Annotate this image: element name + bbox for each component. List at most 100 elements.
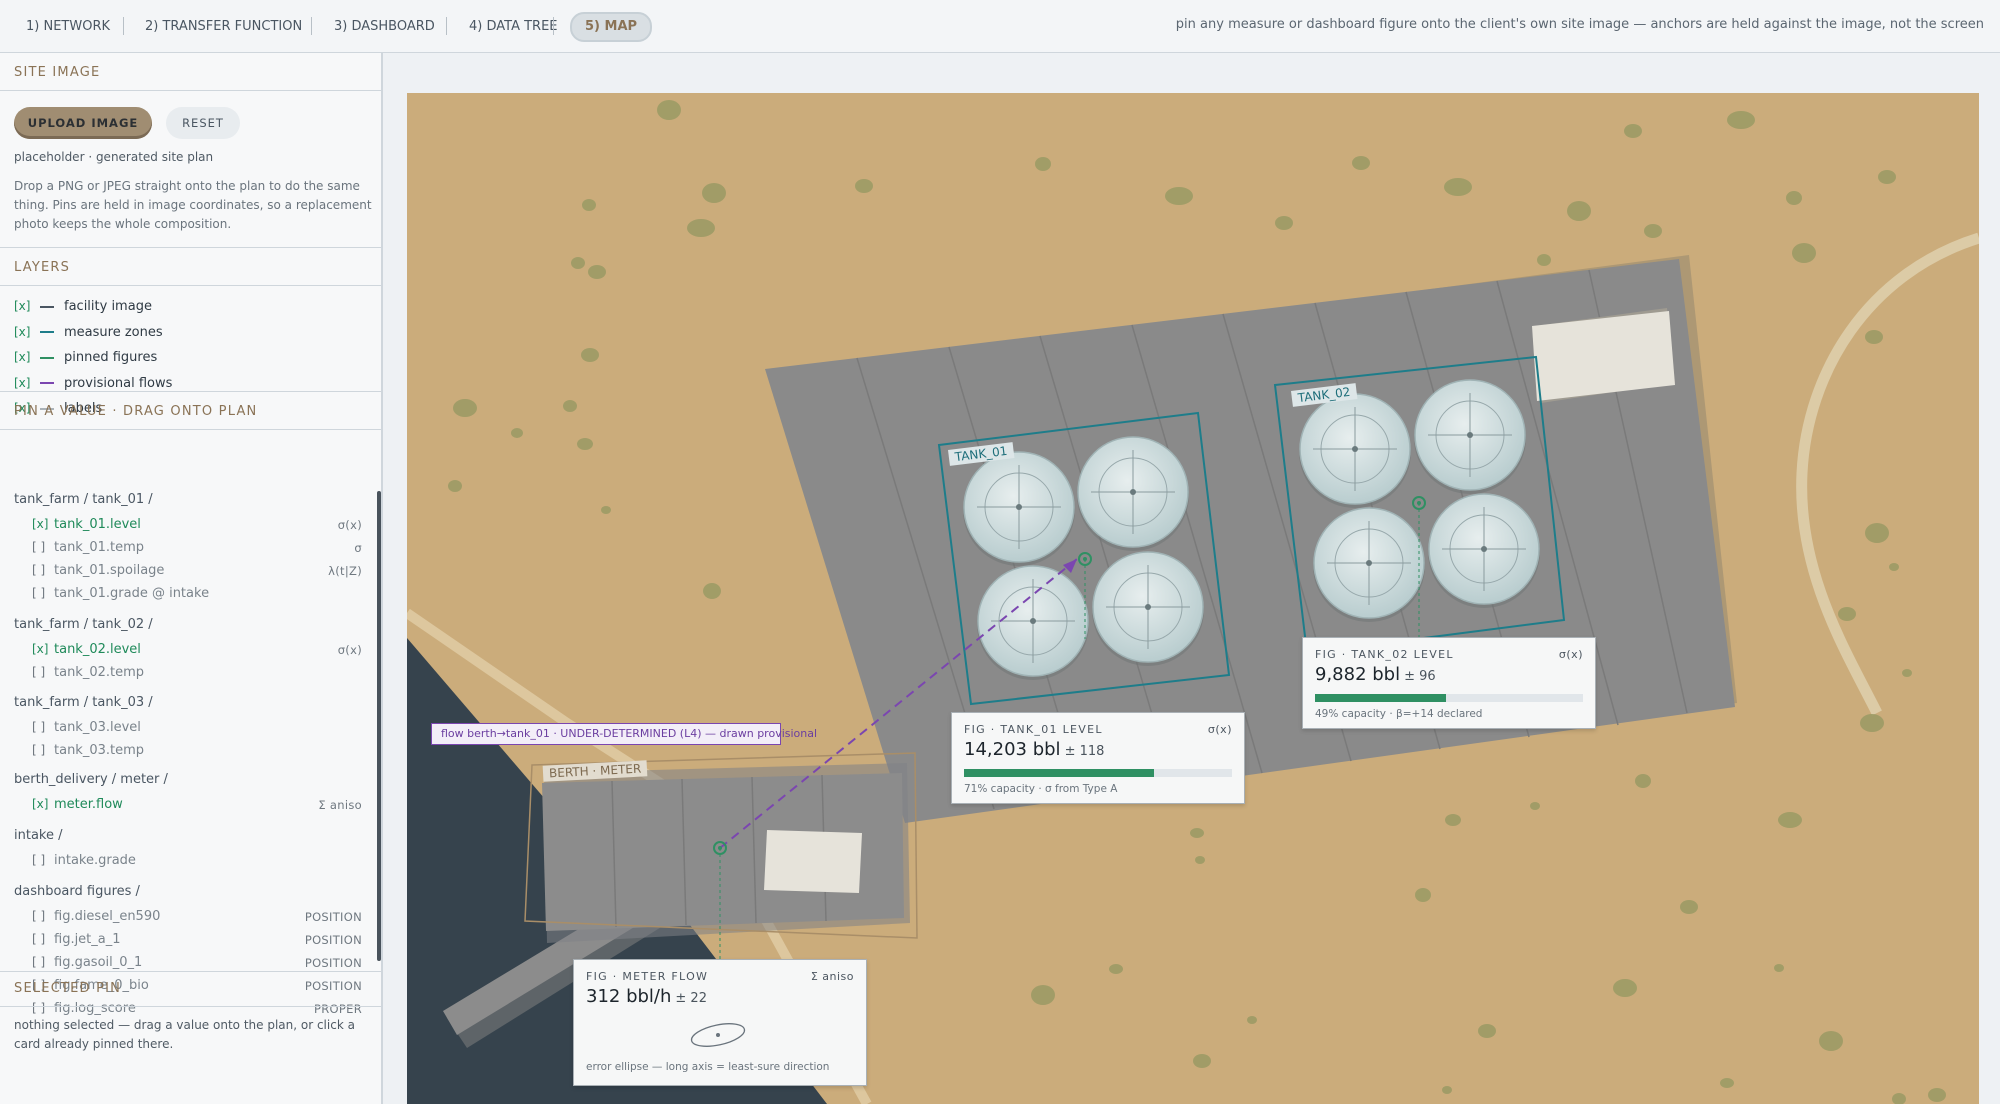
sidebar: SITE IMAGE UPLOAD IMAGE RESET placeholde…	[0, 53, 383, 1104]
card-uncertainty: ± 118	[1064, 744, 1105, 759]
card-title: FIG · TANK_02 LEVEL	[1315, 648, 1454, 661]
tree-item-tag: λ(t|Z)	[328, 564, 362, 578]
pin-dot	[1417, 501, 1421, 505]
card-value-row: 9,882 bbl ± 96	[1315, 664, 1436, 685]
tree-item-checkbox[interactable]: [x]	[32, 797, 54, 811]
layer-toggle[interactable]: [x] pinned figures	[14, 350, 157, 368]
pin-panel-title: PIN A VALUE · DRAG ONTO PLAN	[14, 404, 258, 419]
figure-card-meter[interactable]: FIG · METER FLOW Σ aniso 312 bbl/h ± 22 e…	[573, 959, 867, 1086]
tree-scrollbar[interactable]	[377, 491, 381, 961]
tree-item-checkbox[interactable]: [ ]	[32, 586, 54, 600]
tree-item[interactable]: [ ] fig.diesel_en590 POSITION	[32, 909, 362, 924]
divider	[0, 1006, 381, 1007]
tree-item-checkbox[interactable]: [ ]	[32, 955, 54, 969]
image-source-note: placeholder · generated site plan	[14, 150, 214, 164]
tree-item-label: tank_01.spoilage	[54, 563, 165, 578]
tree-item-checkbox[interactable]: [ ]	[32, 720, 54, 734]
divider	[0, 391, 381, 392]
tree-item-checkbox[interactable]: [ ]	[32, 540, 54, 554]
tree-item-checkbox[interactable]: [ ]	[32, 853, 54, 867]
card-title: FIG · TANK_01 LEVEL	[964, 723, 1103, 736]
capacity-bar	[1315, 694, 1583, 702]
tree-item-checkbox[interactable]: [ ]	[32, 743, 54, 757]
layers-title: LAYERS	[14, 260, 71, 275]
tree-item[interactable]: [ ] fig.gasoil_0_1 POSITION	[32, 955, 362, 970]
card-uncertainty: ± 96	[1404, 669, 1436, 684]
tree-item[interactable]: [ ] tank_02.temp	[32, 665, 362, 680]
layer-label: measure zones	[64, 324, 163, 340]
layer-swatch	[40, 305, 54, 308]
tree-item[interactable]: [ ] fig.log_score PROPER	[32, 1001, 362, 1016]
card-method-tag: σ(x)	[1207, 723, 1232, 736]
tree-item-checkbox[interactable]: [x]	[32, 517, 54, 531]
tree-item-tag: σ	[354, 541, 362, 555]
tree-item-checkbox[interactable]: [ ]	[32, 909, 54, 923]
layer-swatch	[40, 382, 54, 384]
berth-building	[764, 830, 862, 893]
tree-item-tag: POSITION	[304, 979, 362, 993]
tree-group-label[interactable]: tank_farm / tank_01 /	[14, 492, 153, 507]
site-plan-image[interactable]: TANK_01 TANK_02 BERTH · METER	[404, 93, 1981, 1104]
tree-item[interactable]: [ ] tank_01.temp σ	[32, 540, 362, 555]
tree-item-tag: POSITION	[304, 956, 362, 970]
tree-item-label: tank_02.level	[54, 642, 141, 657]
tree-item-label: meter.flow	[54, 797, 123, 812]
capacity-bar-fill	[1315, 694, 1447, 702]
layer-checkbox[interactable]: [x]	[14, 376, 34, 390]
layer-checkbox[interactable]: [x]	[14, 350, 34, 364]
card-footnote: 49% capacity · β=+14 declared	[1315, 708, 1483, 720]
tree-group-label[interactable]: dashboard figures /	[14, 884, 140, 899]
tree-group-label[interactable]: tank_farm / tank_03 /	[14, 695, 153, 710]
tab-dashboard[interactable]: 3) DASHBOARD	[334, 16, 435, 38]
tree-group-label[interactable]: tank_farm / tank_02 /	[14, 617, 153, 632]
tab-divider	[446, 17, 447, 35]
tree-item-checkbox[interactable]: [ ]	[32, 563, 54, 577]
layer-checkbox[interactable]: [x]	[14, 325, 34, 339]
card-value-row: 312 bbl/h ± 22	[586, 986, 707, 1007]
tree-item-label: tank_03.temp	[54, 743, 145, 758]
divider	[0, 247, 381, 248]
tree-item-checkbox[interactable]: [x]	[32, 642, 54, 656]
tree-item[interactable]: [ ] tank_01.grade @ intake	[32, 586, 362, 601]
tab-data-tree[interactable]: 4) DATA TREE	[469, 16, 558, 38]
tab-network[interactable]: 1) NETWORK	[26, 16, 110, 38]
layer-label: facility image	[64, 299, 152, 314]
layer-checkbox[interactable]: [x]	[14, 299, 34, 313]
tree-item[interactable]: [ ] tank_03.level	[32, 720, 362, 735]
card-method-tag: σ(x)	[1558, 648, 1583, 661]
flow-label[interactable]: flow berth→tank_01 · UNDER-DETERMINED (L…	[431, 723, 817, 745]
tree-item[interactable]: [x] meter.flow Σ aniso	[32, 797, 362, 812]
tab-divider	[553, 17, 554, 35]
tree-item[interactable]: [x] tank_02.level σ(x)	[32, 642, 362, 657]
tree-item-label: tank_01.level	[54, 517, 141, 532]
tree-item-checkbox[interactable]: [ ]	[32, 665, 54, 679]
figure-card-tank02[interactable]: FIG · TANK_02 LEVEL σ(x) 9,882 bbl ± 96 4…	[1302, 637, 1596, 729]
divider	[0, 971, 381, 972]
tree-group-label[interactable]: berth_delivery / meter /	[14, 772, 168, 787]
tree-item-label: tank_01.grade @ intake	[54, 586, 210, 601]
tree-item-label: tank_02.temp	[54, 665, 145, 680]
upload-image-button[interactable]: UPLOAD IMAGE	[14, 107, 152, 139]
tab-map[interactable]: 5) MAP	[570, 12, 653, 42]
tree-group-label[interactable]: intake /	[14, 828, 63, 843]
figure-card-tank01[interactable]: FIG · TANK_01 LEVEL σ(x) 14,203 bbl ± 118…	[951, 712, 1245, 804]
tree-item-checkbox[interactable]: [ ]	[32, 1001, 54, 1015]
layer-toggle[interactable]: [x] facility image	[14, 299, 152, 317]
card-method-tag: Σ aniso	[810, 970, 854, 983]
tree-item-checkbox[interactable]: [ ]	[32, 932, 54, 946]
divider	[0, 285, 381, 286]
tree-item-tag: POSITION	[304, 910, 362, 924]
tree-item[interactable]: [x] tank_01.level σ(x)	[32, 517, 362, 532]
tree-item-tag: σ(x)	[337, 643, 362, 657]
reset-button[interactable]: RESET	[166, 107, 240, 139]
tree-item-label: tank_01.temp	[54, 540, 145, 555]
tree-item[interactable]: [ ] intake.grade	[32, 853, 362, 868]
tree-item[interactable]: [ ] tank_03.temp	[32, 743, 362, 758]
card-footnote: error ellipse — long axis = least-sure d…	[586, 1061, 830, 1073]
tree-item[interactable]: [ ] tank_01.spoilage λ(t|Z)	[32, 563, 362, 578]
map-hint-text: pin any measure or dashboard figure onto…	[1175, 17, 1984, 32]
tab-transfer-function[interactable]: 2) TRANSFER FUNCTION	[145, 16, 302, 38]
tree-item[interactable]: [ ] fig.jet_a_1 POSITION	[32, 932, 362, 947]
tree-item-label: fig.gasoil_0_1	[54, 955, 143, 970]
layer-toggle[interactable]: [x] measure zones	[14, 325, 163, 343]
